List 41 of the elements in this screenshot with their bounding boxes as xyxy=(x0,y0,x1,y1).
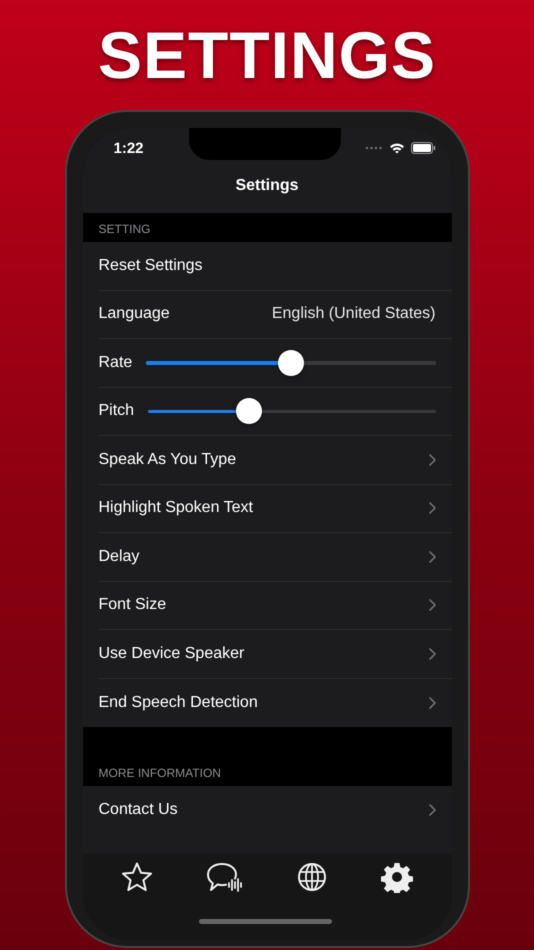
globe-icon[interactable] xyxy=(296,861,328,893)
row-label: Speak As You Type xyxy=(98,450,236,469)
row-label: Language xyxy=(98,305,170,324)
speech-bubble-icon[interactable] xyxy=(206,861,244,893)
row-label: Use Device Speaker xyxy=(98,644,244,663)
star-icon[interactable] xyxy=(120,861,153,893)
signal-icon xyxy=(364,146,382,150)
row-label: Delay xyxy=(98,548,140,566)
row-value: English (United States) xyxy=(272,305,436,324)
row-label: Rate xyxy=(98,354,132,372)
nav-title: Settings xyxy=(234,177,300,195)
settings-row[interactable]: Use Device Speaker xyxy=(98,630,452,678)
section-header: SETTING xyxy=(98,222,152,236)
chevron-icon xyxy=(428,550,436,563)
settings-row[interactable]: Highlight Spoken Text xyxy=(98,484,452,533)
row-label: Highlight Spoken Text xyxy=(98,499,253,518)
section-header: MORE INFORMATION xyxy=(98,766,222,780)
status-time: 1:22 xyxy=(114,140,144,156)
headline: SETTINGS xyxy=(98,17,436,94)
wifi-icon xyxy=(388,142,404,154)
chevron-icon xyxy=(428,804,436,816)
battery-icon xyxy=(410,142,436,154)
chevron-icon xyxy=(428,502,436,514)
chevron-icon xyxy=(428,648,436,660)
slider[interactable] xyxy=(146,348,436,377)
settings-row[interactable]: Reset Settings xyxy=(98,242,452,290)
settings-row[interactable]: Language English (United States) xyxy=(98,290,452,339)
row-label: Font Size xyxy=(98,596,166,614)
settings-icon[interactable] xyxy=(381,861,414,893)
settings-row[interactable]: End Speech Detection xyxy=(98,678,452,727)
chevron-icon xyxy=(428,599,436,612)
row-label: Contact Us xyxy=(98,801,178,820)
settings-row[interactable]: Speak As You Type xyxy=(98,436,452,484)
settings-row[interactable]: Font Size xyxy=(98,582,452,630)
row-label: Reset Settings xyxy=(98,256,203,275)
chevron-icon xyxy=(428,454,436,466)
slider[interactable] xyxy=(148,397,436,426)
chevron-icon xyxy=(428,696,436,709)
row-label: End Speech Detection xyxy=(98,694,258,712)
settings-row[interactable]: Delay xyxy=(98,533,452,582)
row-label: Pitch xyxy=(98,402,134,420)
